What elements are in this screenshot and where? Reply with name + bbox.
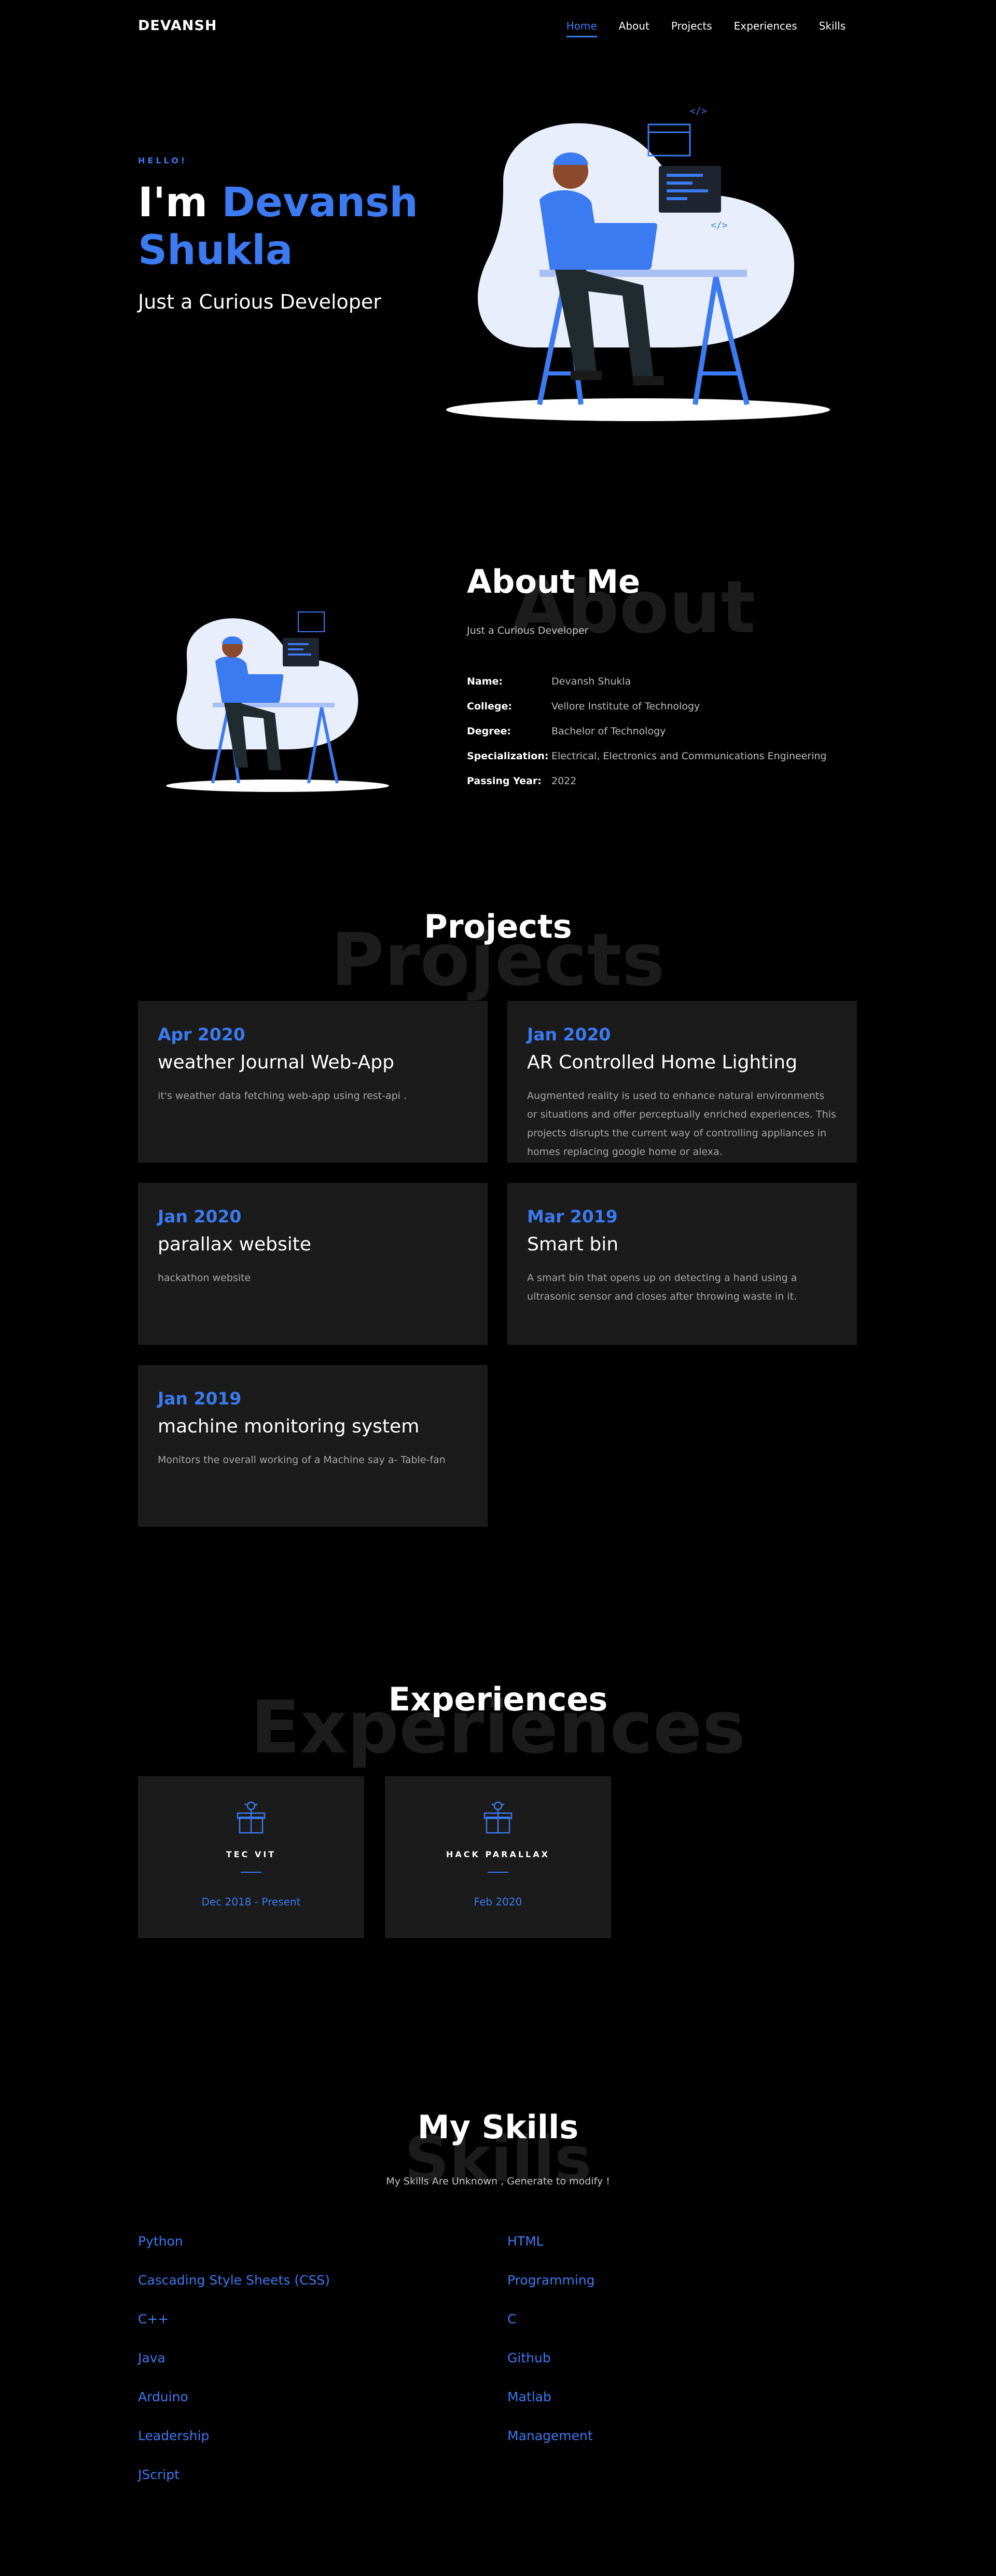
skills-subtitle: My Skills Are Unknown , Generate to modi…: [386, 2176, 610, 2187]
hero-title: I'm Devansh Shukla: [138, 179, 449, 274]
info-value: Bachelor of Technology: [551, 726, 666, 737]
project-desc: it's weather data fetching web-app using…: [158, 1090, 407, 1102]
project-date: Jan 2019: [158, 1388, 242, 1409]
about-subtitle: Just a Curious Developer: [467, 625, 589, 636]
experience-name: HACK PARALLAX: [446, 1849, 550, 1859]
info-key: Degree:: [467, 726, 511, 737]
skill-item: Java: [138, 2350, 165, 2365]
project-card[interactable]: Jan 2019 machine monitoring system Monit…: [138, 1365, 488, 1527]
hero-greeting: HELLO!: [138, 156, 188, 165]
about-info-list: Name: Devansh Shukla College: Vellore Inst…: [467, 669, 826, 793]
experience-name: TEC VIT: [226, 1849, 276, 1859]
skill-item: Github: [507, 2350, 551, 2365]
project-name: AR Controlled Home Lighting: [527, 1052, 797, 1073]
skill-item: Python: [138, 2234, 183, 2249]
project-date: Mar 2019: [527, 1206, 618, 1227]
skill-item: Cascading Style Sheets (CSS): [138, 2273, 330, 2288]
project-desc: Augmented reality is used to enhance nat…: [527, 1090, 836, 1158]
gift-box-icon: [483, 1801, 513, 1834]
info-key: Name:: [467, 676, 503, 687]
info-key: Specialization:: [467, 750, 549, 762]
hero-im: I'm: [138, 179, 208, 226]
project-date: Jan 2020: [527, 1024, 611, 1045]
svg-text:</>: </>: [690, 106, 707, 117]
skill-item: Leadership: [138, 2428, 210, 2443]
nav-menu: Home About Projects Experiences Skills: [566, 20, 846, 37]
project-name: machine monitoring system: [158, 1416, 420, 1437]
skill-item: JScript: [138, 2467, 179, 2482]
developer-illustration: </> </>: [446, 106, 830, 421]
skills-title: My Skills: [417, 2108, 579, 2146]
project-card[interactable]: Apr 2020 weather Journal Web-App it's we…: [138, 1001, 488, 1163]
project-date: Apr 2020: [158, 1024, 245, 1045]
info-value: Electrical, Electronics and Communicatio…: [551, 750, 827, 762]
project-card[interactable]: Jan 2020 AR Controlled Home Lighting Aug…: [507, 1001, 857, 1163]
info-value: Vellore Institute of Technology: [551, 701, 700, 712]
skill-item: Matlab: [507, 2389, 551, 2404]
nav-item-home[interactable]: Home: [566, 20, 597, 37]
skill-item: Management: [507, 2428, 593, 2443]
svg-text:</>: </>: [711, 220, 728, 231]
navbar: DEVANSH Home About Projects Experiences …: [0, 0, 996, 52]
project-card[interactable]: Mar 2019 Smart bin A smart bin that open…: [507, 1183, 857, 1345]
skill-item: Programming: [507, 2273, 595, 2288]
nav-item-projects[interactable]: Projects: [671, 20, 712, 32]
skill-item: Arduino: [138, 2389, 188, 2404]
info-key: Passing Year:: [467, 775, 542, 787]
project-desc: A smart bin that opens up on detecting a…: [527, 1272, 797, 1302]
info-value: Devansh Shukla: [551, 676, 631, 687]
nav-item-experiences[interactable]: Experiences: [734, 20, 797, 32]
experience-card[interactable]: TEC VIT Dec 2018 - Present: [138, 1776, 364, 1938]
experience-date: Feb 2020: [474, 1896, 522, 1908]
skill-item: C++: [138, 2312, 169, 2327]
experiences-title: Experiences: [388, 1680, 608, 1718]
about-illustration: [166, 611, 389, 792]
info-row-name: Name: Devansh Shukla: [467, 669, 826, 694]
projects-title: Projects: [424, 908, 572, 945]
divider: [488, 1872, 508, 1873]
project-name: weather Journal Web-App: [158, 1052, 394, 1073]
project-card[interactable]: Jan 2020 parallax website hackathon webs…: [138, 1183, 488, 1345]
nav-item-skills[interactable]: Skills: [819, 20, 846, 32]
experience-date: Dec 2018 - Present: [201, 1896, 301, 1908]
info-row-specialization: Specialization: Electrical, Electronics a…: [467, 744, 826, 769]
experience-card[interactable]: HACK PARALLAX Feb 2020: [385, 1776, 611, 1938]
project-name: parallax website: [158, 1234, 312, 1255]
skill-item: C: [507, 2312, 517, 2327]
info-row-passing-year: Passing Year: 2022: [467, 769, 826, 793]
hero-tagline: Just a Curious Developer: [138, 290, 381, 313]
project-name: Smart bin: [527, 1234, 619, 1255]
project-desc: hackathon website: [158, 1272, 251, 1284]
about-title: About Me: [467, 563, 641, 601]
divider: [241, 1872, 261, 1873]
skill-item: HTML: [507, 2234, 544, 2249]
info-row-degree: Degree: Bachelor of Technology: [467, 719, 826, 744]
hero-last-name: Shukla: [138, 227, 293, 274]
project-desc: Monitors the overall working of a Machin…: [158, 1454, 446, 1466]
info-value: 2022: [551, 775, 577, 787]
hero-first-name: Devansh: [222, 179, 418, 226]
nav-item-about[interactable]: About: [619, 20, 649, 32]
info-key: College:: [467, 701, 512, 712]
gift-box-icon: [237, 1801, 266, 1834]
project-date: Jan 2020: [158, 1206, 242, 1227]
site-logo[interactable]: DEVANSH: [138, 18, 217, 34]
info-row-college: College: Vellore Institute of Technology: [467, 694, 826, 719]
